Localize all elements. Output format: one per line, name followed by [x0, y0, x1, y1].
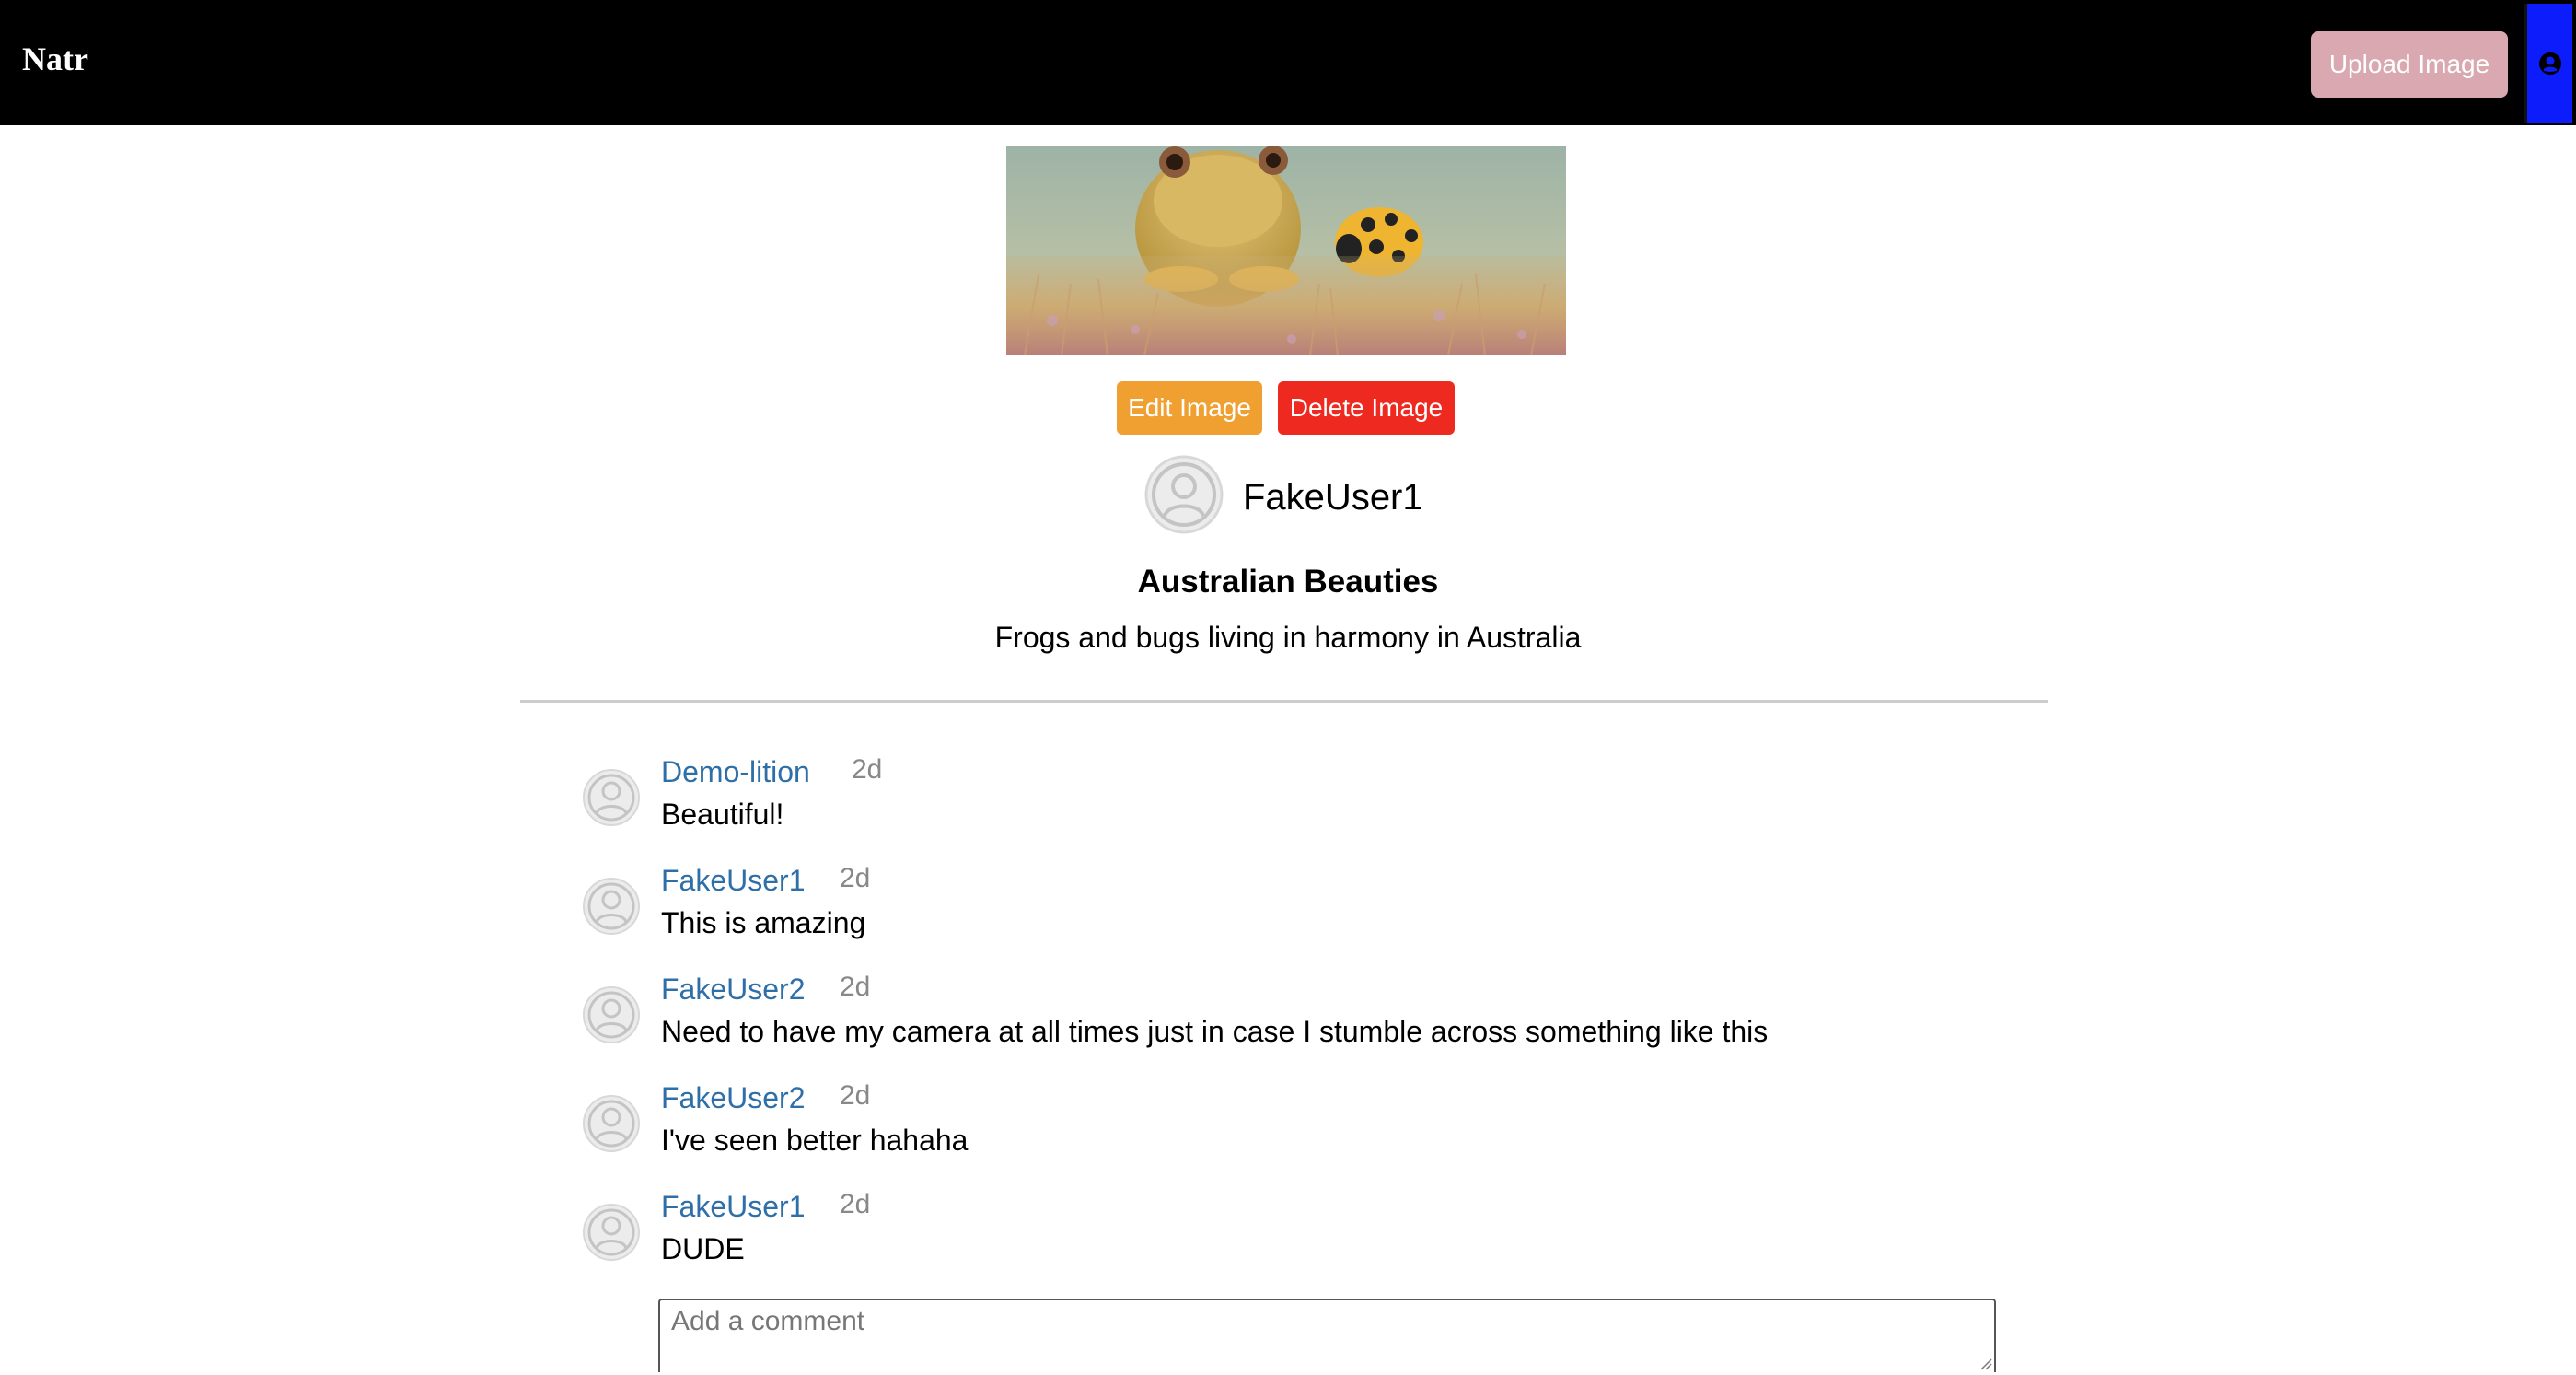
- owner-avatar[interactable]: [1144, 455, 1224, 534]
- delete-image-button[interactable]: Delete Image: [1278, 381, 1455, 435]
- comment-username[interactable]: FakeUser1: [661, 862, 806, 899]
- comment-text: I've seen better hahaha: [661, 1124, 969, 1157]
- comment-item: Demo-lition 2d Beautiful!: [582, 753, 2055, 845]
- comment-avatar[interactable]: [582, 1203, 641, 1262]
- comment-item: FakeUser2 2d I've seen better hahaha: [582, 1079, 2055, 1171]
- upload-image-button[interactable]: Upload Image: [2311, 31, 2508, 98]
- comment-timestamp: 2d: [840, 1080, 871, 1111]
- post-image: [1006, 146, 1566, 355]
- comment-timestamp: 2d: [840, 1189, 871, 1219]
- post-description: Frogs and bugs living in harmony in Aust…: [994, 621, 1582, 654]
- owner-username[interactable]: FakeUser1: [1243, 475, 1423, 519]
- comment-item: FakeUser1 2d DUDE: [582, 1188, 2055, 1280]
- divider: [520, 700, 2048, 703]
- comment-timestamp: 2d: [840, 972, 871, 1002]
- comment-text: Beautiful!: [661, 798, 784, 831]
- textarea-resize-handle[interactable]: [1979, 1358, 1992, 1370]
- comment-username[interactable]: FakeUser1: [661, 1188, 806, 1225]
- comment-username[interactable]: Demo-lition: [661, 753, 810, 790]
- comment-avatar[interactable]: [582, 1094, 641, 1153]
- comment-username[interactable]: FakeUser2: [661, 971, 806, 1008]
- comment-timestamp: 2d: [852, 754, 883, 785]
- add-comment-input[interactable]: [658, 1299, 1996, 1372]
- comment-avatar[interactable]: [582, 877, 641, 936]
- comment-avatar[interactable]: [582, 985, 641, 1044]
- comment-username[interactable]: FakeUser2: [661, 1079, 806, 1116]
- comment-text: DUDE: [661, 1232, 745, 1265]
- brand-logo[interactable]: Natr: [22, 39, 88, 79]
- edit-image-button[interactable]: Edit Image: [1117, 381, 1262, 435]
- post-title: Australian Beauties: [1137, 564, 1439, 600]
- top-navbar: Natr Upload Image: [0, 0, 2576, 125]
- comment-timestamp: 2d: [840, 863, 871, 893]
- comment-item: FakeUser1 2d This is amazing: [582, 862, 2055, 954]
- comment-text: Need to have my camera at all times just…: [661, 1015, 1769, 1048]
- comment-item: FakeUser2 2d Need to have my camera at a…: [582, 971, 2055, 1063]
- profile-menu-button[interactable]: [2524, 4, 2572, 123]
- comment-avatar[interactable]: [582, 768, 641, 827]
- user-circle-icon: [2539, 52, 2561, 75]
- comment-text: This is amazing: [661, 906, 866, 939]
